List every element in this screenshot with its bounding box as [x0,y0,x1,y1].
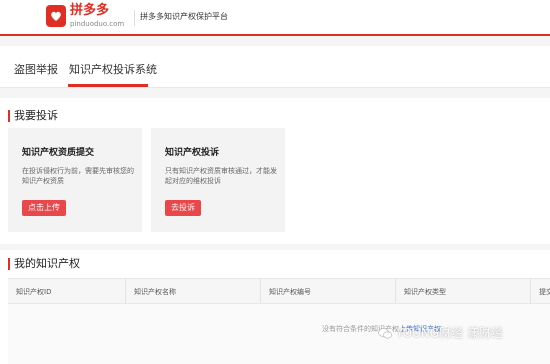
column-header-ip-type: 知识产权类型 [404,288,446,296]
complain-button[interactable]: 去投诉 [165,200,201,216]
top-header: 拼多多 pinduoduo.com 拼多多知识产权保护平台 [0,0,550,36]
section-marker [8,258,10,270]
card-title: 知识产权资质提交 [22,148,95,158]
section-marker [8,110,10,122]
column-divider [260,279,261,303]
column-header-ip-name: 知识产权名称 [134,288,176,296]
ip-complaint-card: 知识产权投诉 只有知识产权资质审核通过，才能发起对应的维权投诉 去投诉 [151,128,285,232]
card-title: 知识产权投诉 [165,148,220,158]
column-divider [395,279,396,303]
active-tab-indicator [68,84,148,87]
logo-text[interactable]: 拼多多 [70,4,109,18]
column-header-ip-id: 知识产权ID [16,288,52,296]
watermark: YOUNG财经 漾财经 [396,326,503,340]
column-divider [530,279,531,303]
tab-bar: 盗图举报 知识产权投诉系统 [0,46,550,88]
tab-image-theft-report[interactable]: 盗图举报 [14,64,58,76]
tab-ip-complaint-system[interactable]: 知识产权投诉系统 [69,64,157,76]
column-header-submit: 提交 [539,288,550,296]
ip-qualification-card: 知识产权资质提交 在投诉侵权行为前，需要先审核您的知识产权资质 点击上传 [8,128,142,232]
pinduoduo-logo-icon[interactable] [46,5,66,27]
platform-name: 拼多多知识产权保护平台 [140,12,228,21]
column-header-ip-number: 知识产权编号 [269,288,311,296]
wechat-icon [378,328,392,339]
card-description: 在投诉侵权行为前，需要先审核您的知识产权资质 [22,167,134,185]
upload-button[interactable]: 点击上传 [22,200,66,216]
ip-table-header: 知识产权ID 知识产权名称 知识产权编号 知识产权类型 提交 [8,278,550,304]
section-title-my-ip: 我的知识产权 [14,257,80,270]
header-divider [134,10,135,26]
section-title-complaint: 我要投诉 [14,109,58,122]
card-description: 只有知识产权资质审核通过，才能发起对应的维权投诉 [165,167,277,185]
logo-url: pinduoduo.com [70,20,125,28]
column-divider [125,279,126,303]
